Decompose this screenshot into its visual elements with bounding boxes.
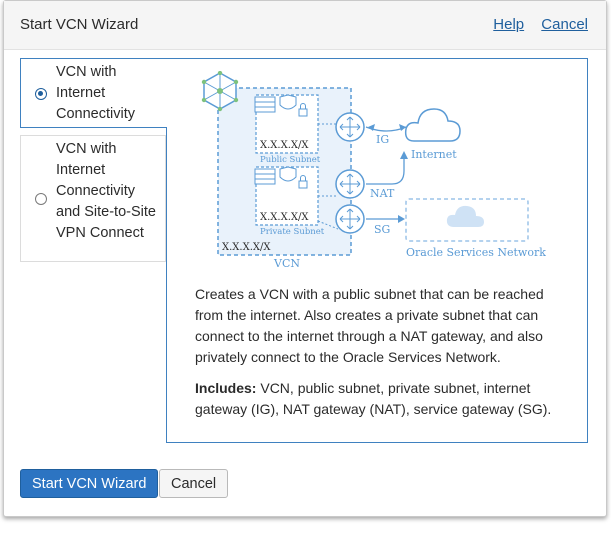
private-subnet-cidr: X.X.X.X/X	[260, 212, 309, 223]
sg-label: SG	[374, 223, 390, 236]
public-subnet-cidr: X.X.X.X/X	[260, 140, 309, 151]
shield-icon	[279, 166, 297, 182]
start-vcn-wizard-button[interactable]: Start VCN Wizard	[20, 469, 159, 498]
lock-icon	[298, 180, 308, 189]
sg-gateway-icon	[335, 204, 365, 234]
internet-cloud-icon	[404, 108, 461, 142]
table-icon	[254, 168, 276, 185]
table-icon	[254, 96, 276, 113]
vcn-cidr: X.X.X.X/X	[222, 242, 271, 253]
dialog-header: Start VCN Wizard Help Cancel	[4, 1, 606, 50]
includes-label: Includes:	[195, 380, 257, 396]
option-detail-panel: X.X.X.X/X Public Subnet X.X.X.X/X Privat…	[166, 58, 588, 443]
shield-icon	[279, 94, 297, 110]
option-label: VCN with Internet Connectivity and Site-…	[56, 141, 156, 241]
internet-label: Internet	[411, 148, 457, 161]
dialog-title: Start VCN Wizard	[20, 16, 139, 33]
includes-text: Includes: VCN, public subnet, private su…	[195, 378, 565, 420]
nat-label: NAT	[370, 187, 395, 200]
ig-label: IG	[376, 133, 389, 146]
option-label: VCN with Internet Connectivity	[56, 64, 135, 122]
radio-unselected-icon[interactable]	[35, 193, 47, 205]
public-subnet-label: Public Subnet	[260, 155, 321, 165]
ig-gateway-icon	[335, 112, 365, 142]
option-description: Creates a VCN with a public subnet that …	[195, 284, 565, 430]
description-text: Creates a VCN with a public subnet that …	[195, 286, 544, 365]
cancel-button[interactable]: Cancel	[159, 469, 229, 498]
vcn-wizard-dialog: Start VCN Wizard Help Cancel VCN with In…	[3, 0, 607, 517]
wizard-options: VCN with Internet Connectivity VCN with …	[20, 58, 167, 262]
private-subnet-label: Private Subnet	[260, 227, 325, 237]
option-internet-vpn[interactable]: VCN with Internet Connectivity and Site-…	[20, 135, 166, 262]
help-link[interactable]: Help	[493, 16, 524, 33]
oracle-services-label: Oracle Services Network	[406, 246, 546, 259]
radio-selected-icon[interactable]	[35, 88, 47, 100]
option-internet-connectivity[interactable]: VCN with Internet Connectivity	[20, 58, 167, 128]
vcn-label: VCN	[273, 257, 300, 270]
lock-icon	[298, 108, 308, 117]
nat-gateway-icon	[335, 169, 365, 199]
cancel-link[interactable]: Cancel	[541, 16, 588, 33]
vcn-diagram: X.X.X.X/X Public Subnet X.X.X.X/X Privat…	[201, 71, 546, 270]
